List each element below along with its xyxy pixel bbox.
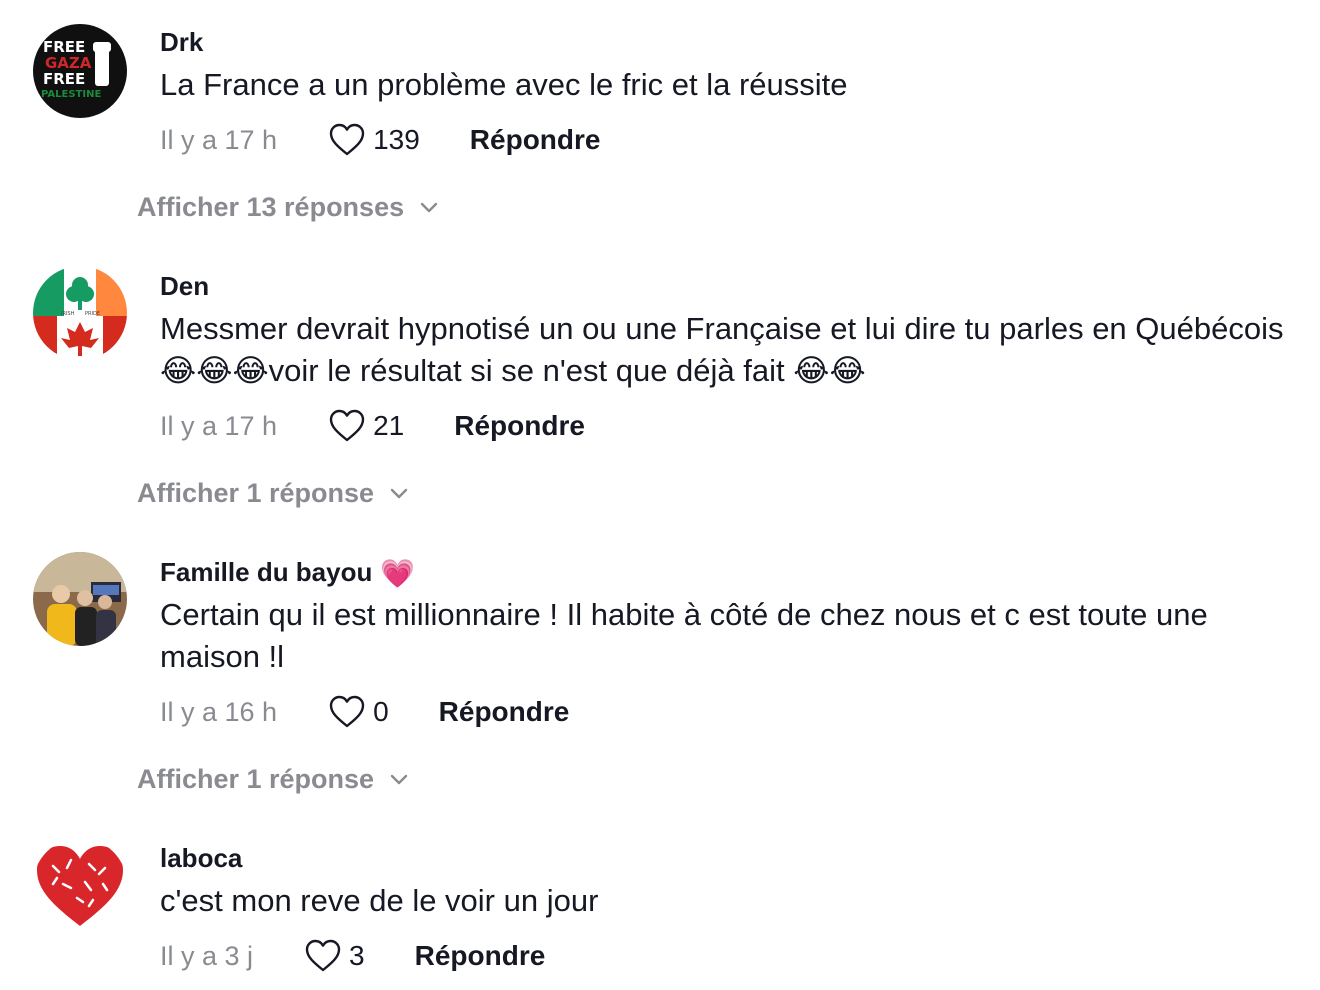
reply-button[interactable]: Répondre	[439, 696, 570, 728]
svg-text:FREE: FREE	[43, 70, 85, 88]
view-replies-label: Afficher 1 réponse	[137, 478, 375, 508]
username[interactable]: Den	[160, 271, 209, 302]
chevron-down-icon	[390, 774, 408, 784]
avatar[interactable]: IRISH PRIDE	[33, 266, 127, 360]
svg-text:PRIDE: PRIDE	[85, 311, 100, 317]
like-count: 139	[373, 124, 420, 155]
heart-outline-icon	[329, 409, 365, 442]
chevron-down-icon	[420, 202, 438, 212]
avatar[interactable]: FREE GAZA FREE PALESTINE	[33, 24, 127, 118]
timestamp: Il y a 3 j	[160, 940, 254, 971]
comment-meta: Il y a 16 h 0 Répondre	[160, 694, 569, 730]
like-button[interactable]: 139	[329, 123, 420, 157]
like-button[interactable]: 0	[329, 695, 389, 729]
avatar[interactable]	[33, 838, 127, 932]
like-button[interactable]: 21	[329, 409, 404, 443]
like-count: 0	[373, 696, 389, 727]
svg-text:IRISH: IRISH	[61, 311, 75, 317]
username[interactable]: laboca	[160, 843, 242, 874]
comment-meta: Il y a 17 h 21 Répondre	[160, 408, 585, 444]
view-replies-button[interactable]: Afficher 1 réponse	[137, 764, 408, 795]
comment-meta: Il y a 3 j 3 Répondre	[160, 938, 545, 974]
reply-button[interactable]: Répondre	[470, 124, 601, 156]
like-button[interactable]: 3	[305, 939, 365, 973]
chevron-down-icon	[390, 488, 408, 498]
reply-button[interactable]: Répondre	[415, 940, 546, 972]
heart-outline-icon	[305, 939, 341, 972]
heart-outline-icon	[329, 123, 365, 156]
svg-text:PALESTINE: PALESTINE	[41, 89, 101, 100]
comment-text: Messmer devrait hypnotisé un ou une Fran…	[160, 311, 1284, 388]
heart-emoji-icon: 💗	[380, 558, 416, 589]
username[interactable]: Famille du bayou 💗	[160, 557, 415, 590]
view-replies-label: Afficher 13 réponses	[137, 192, 405, 222]
timestamp: Il y a 16 h	[160, 696, 278, 727]
comment-text: Certain qu il est millionnaire ! Il habi…	[160, 597, 1208, 674]
like-count: 3	[349, 940, 365, 971]
timestamp: Il y a 17 h	[160, 410, 278, 441]
comment-meta: Il y a 17 h 139 Répondre	[160, 122, 600, 158]
username[interactable]: Drk	[160, 27, 203, 58]
view-replies-button[interactable]: Afficher 13 réponses	[137, 192, 438, 223]
username-text: Famille du bayou	[160, 557, 373, 587]
comment-text: c'est mon reve de le voir un jour	[160, 883, 599, 918]
view-replies-button[interactable]: Afficher 1 réponse	[137, 478, 408, 509]
timestamp: Il y a 17 h	[160, 124, 278, 155]
comment-text: La France a un problème avec le fric et …	[160, 67, 848, 102]
like-count: 21	[373, 410, 405, 441]
view-replies-label: Afficher 1 réponse	[137, 764, 375, 794]
avatar[interactable]	[33, 552, 127, 646]
reply-button[interactable]: Répondre	[454, 410, 585, 442]
heart-outline-icon	[329, 695, 365, 728]
